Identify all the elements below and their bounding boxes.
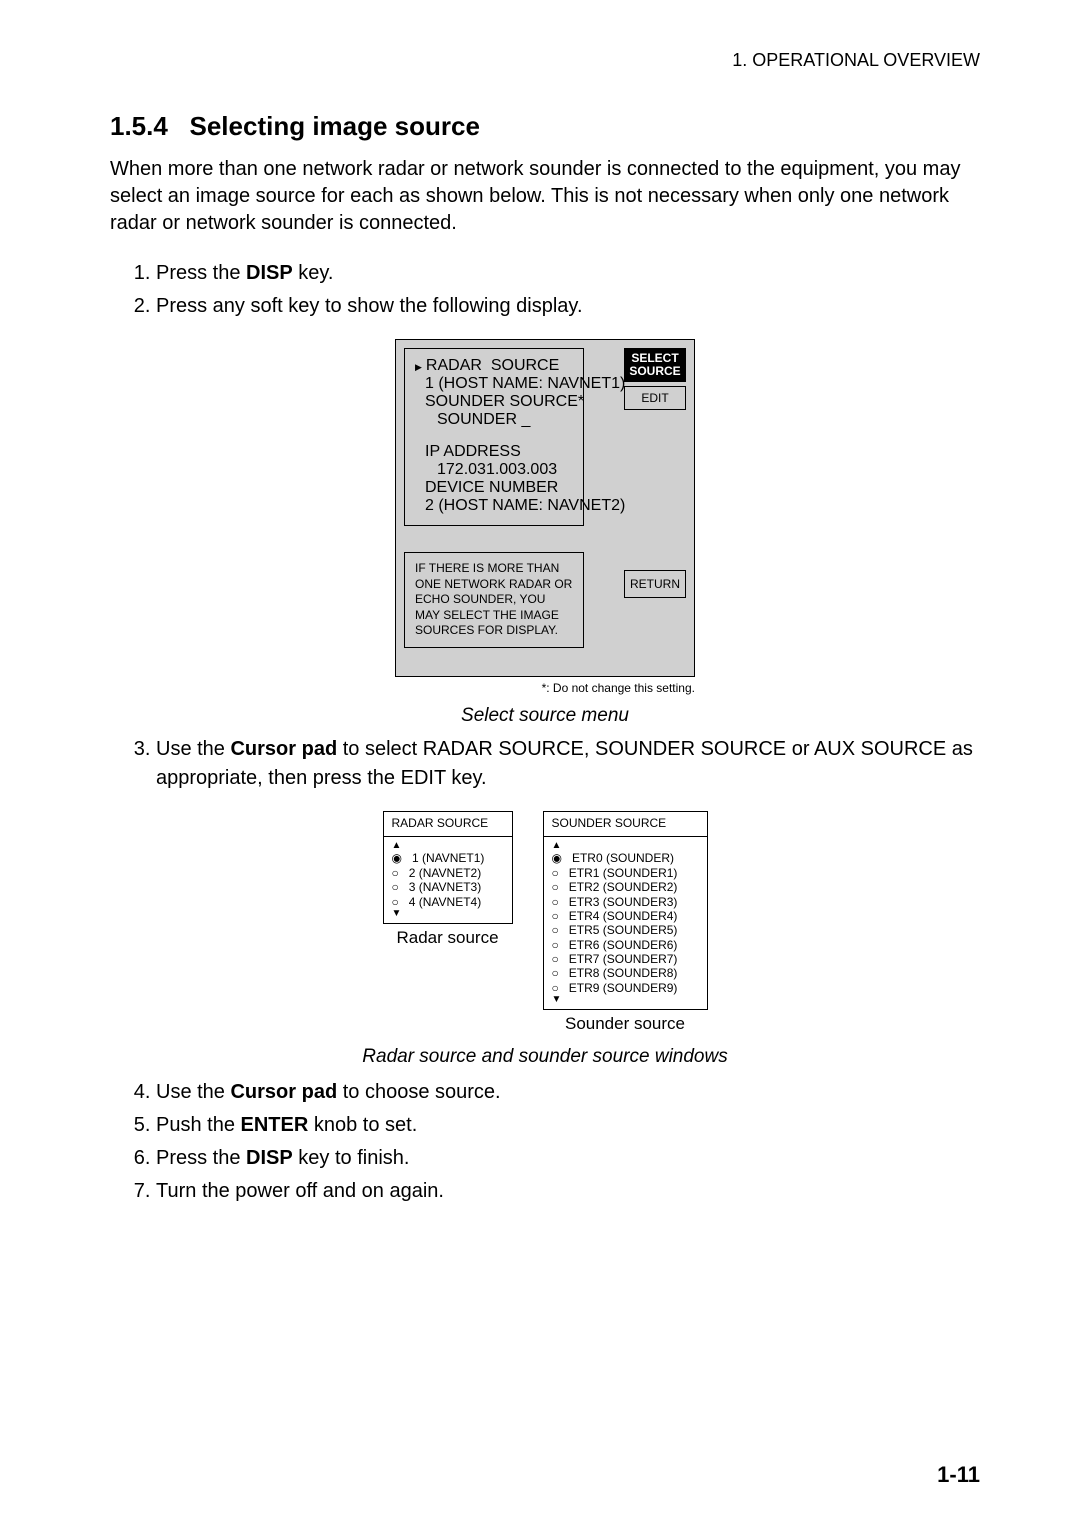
list-item[interactable]: ◉ ETR0 (SOUNDER) <box>552 851 699 865</box>
step-text: Press the <box>156 262 246 284</box>
step-text: Use the <box>156 738 230 760</box>
list-item[interactable]: ○ ETR7 (SOUNDER7) <box>552 952 699 966</box>
step-3: Use the Cursor pad to select RADAR SOURC… <box>156 735 980 793</box>
step-7: Turn the power off and on again. <box>156 1177 980 1206</box>
steps-list-c: Use the Cursor pad to choose source. Pus… <box>110 1078 980 1206</box>
sounder-caption: Sounder source <box>565 1014 685 1034</box>
step-5: Push the ENTER knob to set. <box>156 1111 980 1140</box>
list-item[interactable]: ○ ETR9 (SOUNDER9) <box>552 981 699 995</box>
step-text: Press any soft key to show the following… <box>156 295 583 317</box>
list-item[interactable]: ○ ETR4 (SOUNDER4) <box>552 909 699 923</box>
list-item[interactable]: ○ 2 (NAVNET2) <box>392 866 504 880</box>
list-item[interactable]: ○ ETR5 (SOUNDER5) <box>552 923 699 937</box>
step-bold: DISP <box>246 262 293 284</box>
select-source-panel: SELECT SOURCE EDIT RETURN RADAR SOURCE 1… <box>395 339 695 677</box>
list-item[interactable]: ○ 3 (NAVNET3) <box>392 880 504 894</box>
help-text-box: IF THERE IS MORE THAN ONE NETWORK RADAR … <box>404 552 584 648</box>
page-number: 1-11 <box>937 1462 980 1488</box>
step-text: key to finish. <box>293 1147 410 1169</box>
radar-box-title: RADAR SOURCE <box>392 816 504 830</box>
sounder-items: ◉ ETR0 (SOUNDER)○ ETR1 (SOUNDER1)○ ETR2 … <box>552 851 699 995</box>
step-text: to choose source. <box>337 1081 500 1103</box>
radar-source-line: RADAR SOURCE <box>415 357 573 375</box>
figure2-caption: Radar source and sounder source windows <box>362 1046 727 1068</box>
step-2: Press any soft key to show the following… <box>156 292 980 321</box>
step-text: Push the <box>156 1114 241 1136</box>
device-host-line: 2 (HOST NAME: NAVNET2) <box>415 497 573 515</box>
list-item[interactable]: ○ ETR1 (SOUNDER1) <box>552 866 699 880</box>
down-arrow-icon: ▼ <box>552 995 699 1005</box>
section-number: 1.5.4 <box>110 111 168 141</box>
step-text: Press the <box>156 1147 246 1169</box>
section-intro: When more than one network radar or netw… <box>110 156 980 237</box>
step-bold: Cursor pad <box>230 1081 337 1103</box>
select-source-button[interactable]: SELECT SOURCE <box>624 348 686 382</box>
source-settings-box: RADAR SOURCE 1 (HOST NAME: NAVNET1) SOUN… <box>404 348 584 526</box>
list-item[interactable]: ○ ETR2 (SOUNDER2) <box>552 880 699 894</box>
step-1: Press the DISP key. <box>156 259 980 288</box>
device-number-label: DEVICE NUMBER <box>415 479 573 497</box>
step-text: Use the <box>156 1081 230 1103</box>
step-text: knob to set. <box>308 1114 417 1136</box>
steps-list-b: Use the Cursor pad to select RADAR SOURC… <box>110 735 980 793</box>
radar-caption: Radar source <box>396 928 498 948</box>
list-item[interactable]: ○ ETR8 (SOUNDER8) <box>552 966 699 980</box>
steps-list-a: Press the DISP key. Press any soft key t… <box>110 259 980 321</box>
figure-select-source: SELECT SOURCE EDIT RETURN RADAR SOURCE 1… <box>110 339 980 727</box>
sounder-value-line: SOUNDER _ <box>415 411 573 429</box>
step-bold: ENTER <box>241 1114 309 1136</box>
edit-button[interactable]: EDIT <box>624 386 686 410</box>
step-text: key. <box>293 262 334 284</box>
figure-footnote: *: Do not change this setting. <box>395 681 695 695</box>
section-title-text: Selecting image source <box>190 111 480 141</box>
sounder-source-line: SOUNDER SOURCE* <box>415 393 573 411</box>
step-bold: Cursor pad <box>230 738 337 760</box>
step-text: Turn the power off and on again. <box>156 1180 444 1202</box>
list-item[interactable]: ○ ETR3 (SOUNDER3) <box>552 895 699 909</box>
button-label: SOURCE <box>627 365 683 378</box>
section-heading: 1.5.4 Selecting image source <box>110 111 980 142</box>
list-item[interactable]: ○ ETR6 (SOUNDER6) <box>552 938 699 952</box>
list-item[interactable]: ◉ 1 (NAVNET1) <box>392 851 504 865</box>
step-bold: DISP <box>246 1147 293 1169</box>
up-arrow-icon: ▲ <box>392 841 504 851</box>
step-4: Use the Cursor pad to choose source. <box>156 1078 980 1107</box>
figure-caption: Select source menu <box>461 705 629 727</box>
list-item[interactable]: ○ 4 (NAVNET4) <box>392 895 504 909</box>
ip-address-value: 172.031.003.003 <box>415 461 573 479</box>
step-6: Press the DISP key to finish. <box>156 1144 980 1173</box>
chapter-header: 1. OPERATIONAL OVERVIEW <box>110 50 980 71</box>
sounder-source-box: SOUNDER SOURCE ▲ ◉ ETR0 (SOUNDER)○ ETR1 … <box>543 811 708 1010</box>
sounder-box-title: SOUNDER SOURCE <box>552 816 699 830</box>
radar-host-line: 1 (HOST NAME: NAVNET1) <box>415 375 573 393</box>
radar-source-box: RADAR SOURCE ▲ ◉ 1 (NAVNET1)○ 2 (NAVNET2… <box>383 811 513 924</box>
return-button[interactable]: RETURN <box>624 570 686 598</box>
figure-source-windows: RADAR SOURCE ▲ ◉ 1 (NAVNET1)○ 2 (NAVNET2… <box>110 811 980 1068</box>
up-arrow-icon: ▲ <box>552 841 699 851</box>
down-arrow-icon: ▼ <box>392 909 504 919</box>
ip-address-label: IP ADDRESS <box>415 443 573 461</box>
radar-items: ◉ 1 (NAVNET1)○ 2 (NAVNET2)○ 3 (NAVNET3)○… <box>392 851 504 909</box>
